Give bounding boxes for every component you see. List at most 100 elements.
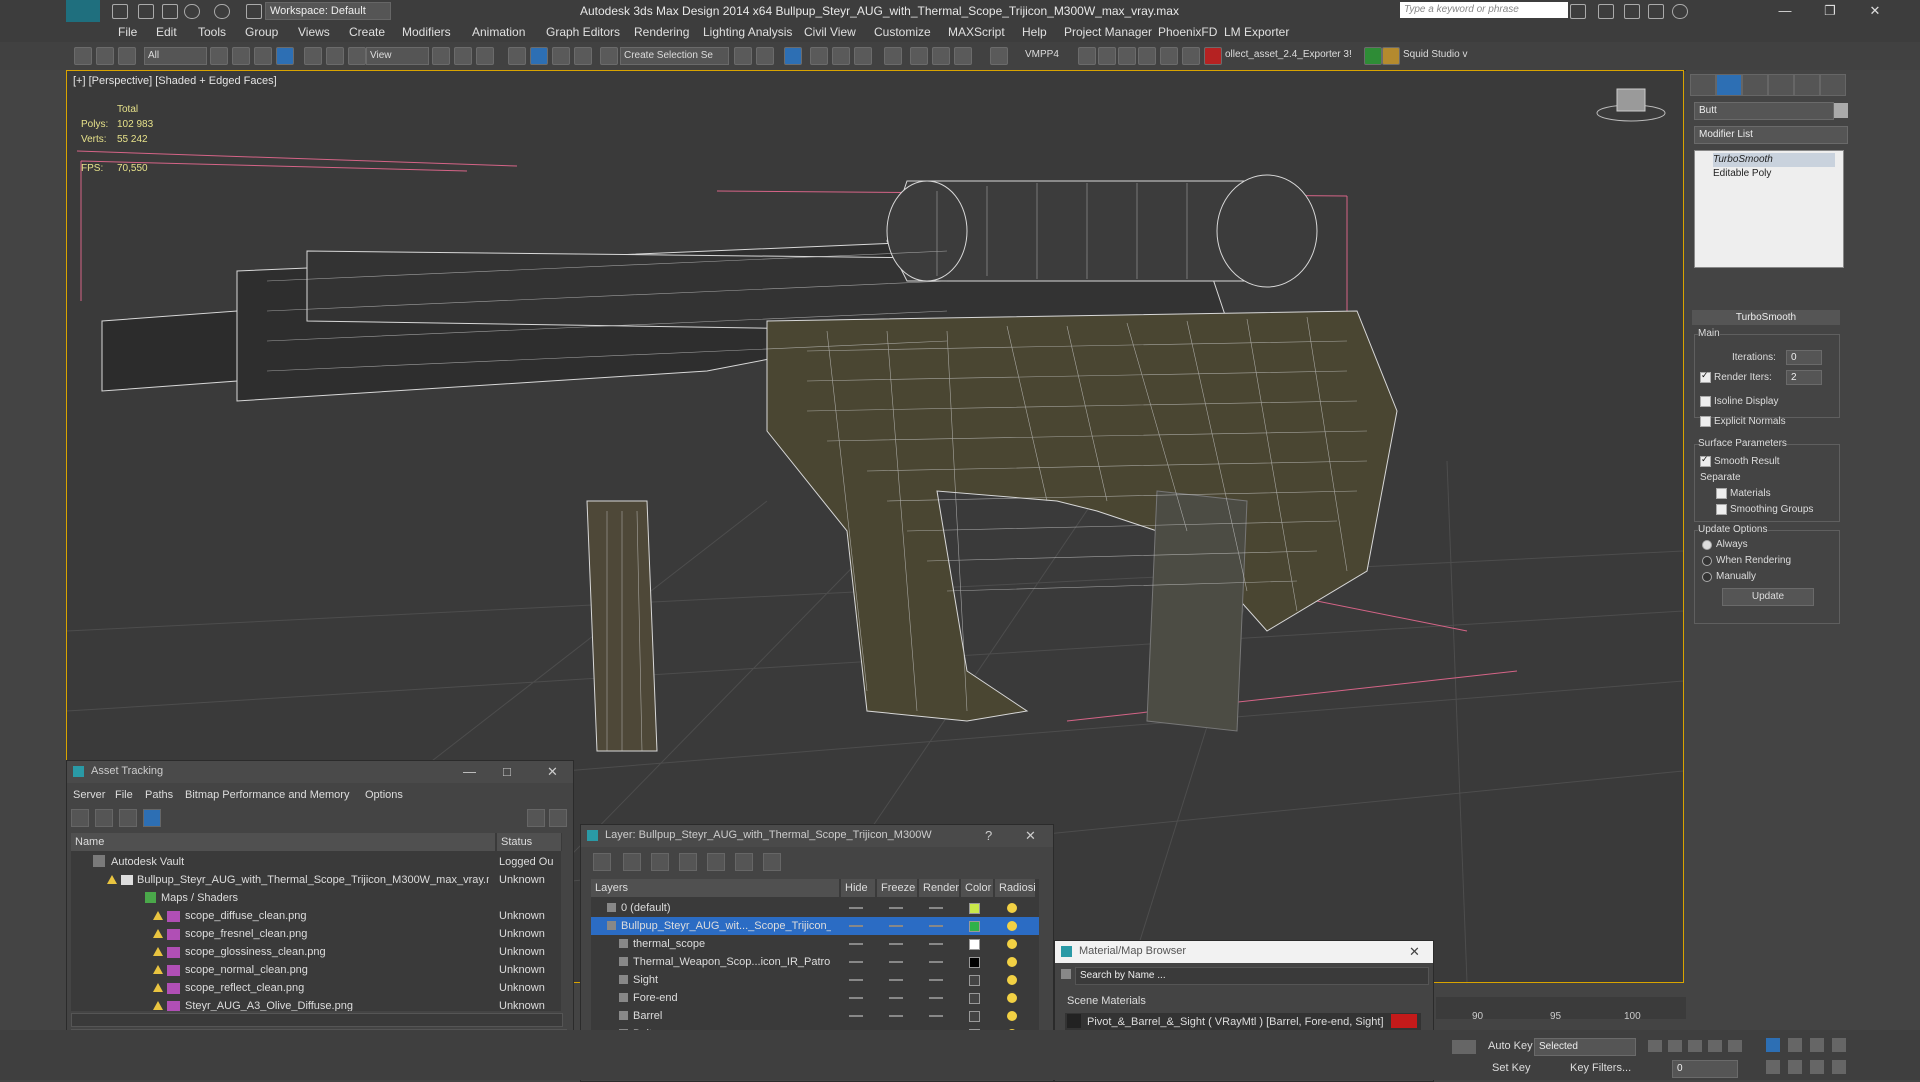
table-row[interactable]: Autodesk Vault Logged Ou <box>71 853 561 871</box>
table-row[interactable]: Steyr_AUG_A3_Olive_Diffuse.png Unknown <box>71 997 561 1011</box>
list-view-icon[interactable] <box>95 809 113 827</box>
go-to-start-icon[interactable] <box>1648 1040 1662 1052</box>
menu-group[interactable]: Group <box>245 25 278 39</box>
selection-filter-dropdown[interactable]: All <box>144 47 207 65</box>
new-file-icon[interactable] <box>112 4 128 19</box>
layer-row[interactable]: Thermal_Weapon_Scop...icon_IR_Patro <box>591 953 1039 971</box>
exporter-button[interactable]: ollect_asset_2.4_Exporter 3! <box>1222 47 1365 63</box>
vmpp-button[interactable]: VMPP4 <box>1022 47 1065 63</box>
highlight-layer-icon[interactable] <box>707 853 725 871</box>
layer-row[interactable]: thermal_scope <box>591 935 1039 953</box>
play-icon[interactable] <box>1688 1040 1702 1052</box>
freeze-toggle[interactable] <box>889 997 903 999</box>
menu-maxscript[interactable]: MAXScript <box>948 25 1005 39</box>
iterations-spinner[interactable]: 0 <box>1786 350 1822 365</box>
menu-help[interactable]: Help <box>1022 25 1047 39</box>
pan-view-icon[interactable] <box>1788 1060 1802 1074</box>
menu-project-manager[interactable]: Project Manager <box>1064 25 1152 39</box>
save-file-icon[interactable] <box>162 4 178 19</box>
zoom-extents-icon[interactable] <box>1810 1038 1824 1052</box>
layer-color-swatch[interactable] <box>969 957 980 968</box>
material-item[interactable]: Pivot_&_Barrel_&_Sight ( VRayMtl ) [Barr… <box>1065 1013 1421 1031</box>
binoculars-icon[interactable] <box>1570 4 1586 19</box>
freeze-toggle[interactable] <box>889 961 903 963</box>
material-editor-icon[interactable] <box>884 47 902 65</box>
spinner-snap-icon[interactable] <box>574 47 592 65</box>
menu-rendering[interactable]: Rendering <box>634 25 689 39</box>
freeze-toggle[interactable] <box>889 1015 903 1017</box>
layer-color-swatch[interactable] <box>969 903 980 914</box>
bind-space-warp-icon[interactable] <box>118 47 136 65</box>
select-region-icon[interactable] <box>254 47 272 65</box>
radiosity-icon[interactable] <box>1007 957 1017 967</box>
align-icon[interactable] <box>756 47 774 65</box>
help-icon[interactable] <box>527 809 545 827</box>
manually-radio[interactable] <box>1702 572 1712 582</box>
menu-phoenixfd[interactable]: PhoenixFD <box>1158 25 1217 39</box>
close-icon[interactable]: ✕ <box>1025 828 1036 844</box>
red-record-icon[interactable] <box>1204 47 1222 65</box>
open-file-icon[interactable] <box>138 4 154 19</box>
motion-tab[interactable] <box>1768 74 1794 96</box>
table-view-icon[interactable] <box>119 809 137 827</box>
isoline-display-checkbox[interactable] <box>1700 396 1711 407</box>
layer-color-swatch[interactable] <box>969 975 980 986</box>
vray-light-icon[interactable] <box>1098 47 1116 65</box>
radiosity-icon[interactable] <box>1007 975 1017 985</box>
when-rendering-radio[interactable] <box>1702 556 1712 566</box>
auto-key-button[interactable]: Auto Key <box>1488 1040 1533 1052</box>
layer-row[interactable]: Sight <box>591 971 1039 989</box>
menu-views[interactable]: Views <box>298 25 330 39</box>
asset-menu-paths[interactable]: Paths <box>145 789 173 801</box>
col-name[interactable]: Name <box>71 833 496 851</box>
asset-menu-server[interactable]: Server <box>73 789 105 801</box>
explicit-normals-checkbox[interactable] <box>1700 416 1711 427</box>
object-color-swatch[interactable] <box>1834 103 1848 118</box>
table-row[interactable]: Bullpup_Steyr_AUG_with_Thermal_Scope_Tri… <box>71 871 561 889</box>
layer-row[interactable]: Bullpup_Steyr_AUG_wit..._Scope_Trijicon_ <box>591 917 1039 935</box>
window-crossing-icon[interactable] <box>276 47 294 65</box>
close-icon[interactable]: ✕ <box>547 764 558 780</box>
hide-all-icon[interactable] <box>735 853 753 871</box>
stack-item-turbosmooth[interactable]: TurboSmooth <box>1713 153 1835 167</box>
reference-coordinate-dropdown[interactable]: View <box>366 47 429 65</box>
help-icon[interactable] <box>1672 4 1688 19</box>
table-row[interactable]: scope_fresnel_clean.png Unknown <box>71 925 561 943</box>
close-button[interactable]: ✕ <box>1860 2 1890 20</box>
col-status[interactable]: Status <box>497 833 562 851</box>
render-toggle[interactable] <box>929 925 943 927</box>
pivot-center-icon[interactable] <box>432 47 450 65</box>
minimize-icon[interactable]: — <box>463 764 476 779</box>
layer-color-swatch[interactable] <box>969 921 980 932</box>
table-row[interactable]: scope_reflect_clean.png Unknown <box>71 979 561 997</box>
maximize-icon[interactable]: □ <box>503 764 511 779</box>
minimize-button[interactable]: — <box>1770 2 1800 20</box>
layer-row[interactable]: Fore-end <box>591 989 1039 1007</box>
material-options-icon[interactable] <box>1061 969 1071 979</box>
unlink-icon[interactable] <box>96 47 114 65</box>
freeze-toggle[interactable] <box>889 907 903 909</box>
next-frame-icon[interactable] <box>1708 1040 1722 1052</box>
table-row[interactable]: Maps / Shaders <box>71 889 561 907</box>
col-render[interactable]: Render <box>919 879 960 897</box>
smoothing-groups-checkbox[interactable] <box>1716 504 1727 515</box>
menu-lm-exporter[interactable]: LM Exporter <box>1224 25 1289 39</box>
schematic-view-icon[interactable] <box>854 47 872 65</box>
delete-layer-icon[interactable] <box>623 853 641 871</box>
prev-frame-icon[interactable] <box>1668 1040 1682 1052</box>
modifier-list-dropdown[interactable]: Modifier List <box>1694 126 1848 144</box>
table-row[interactable]: scope_normal_clean.png Unknown <box>71 961 561 979</box>
angle-snap-icon[interactable] <box>530 47 548 65</box>
menu-file[interactable]: File <box>118 25 137 39</box>
vray-proxy-icon[interactable] <box>1160 47 1178 65</box>
key-filters-button[interactable]: Key Filters... <box>1570 1062 1631 1074</box>
star-icon[interactable] <box>1648 4 1664 19</box>
layer-manager-icon[interactable] <box>784 47 802 65</box>
grid-view-icon[interactable] <box>143 809 161 827</box>
zoom-extents-all-icon[interactable] <box>1832 1038 1846 1052</box>
create-tab[interactable] <box>1690 74 1716 96</box>
maximize-viewport-icon[interactable] <box>1832 1060 1846 1074</box>
graphite-tools-icon[interactable] <box>810 47 828 65</box>
render-iters-spinner[interactable]: 2 <box>1786 370 1822 385</box>
go-to-end-icon[interactable] <box>1728 1040 1742 1052</box>
